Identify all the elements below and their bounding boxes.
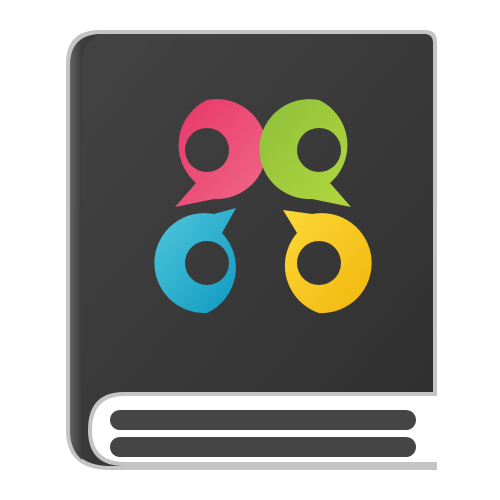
book-pages	[95, 398, 433, 460]
app-icon-canvas	[0, 0, 500, 500]
book-app-icon	[66, 30, 437, 470]
page-line-bottom	[110, 437, 416, 457]
page-line-top	[110, 410, 416, 430]
